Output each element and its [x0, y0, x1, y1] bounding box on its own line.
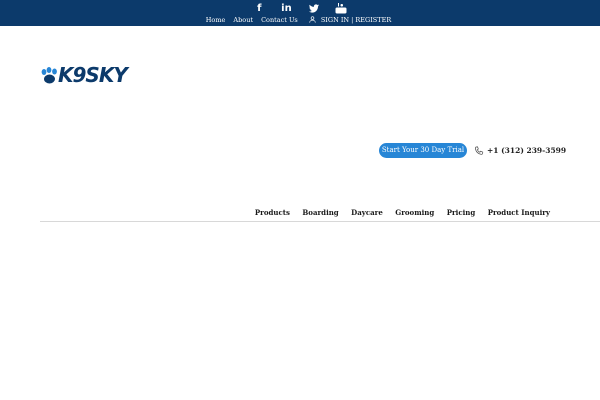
nav-item-grooming[interactable]: Grooming — [395, 208, 434, 217]
signin-link[interactable]: SIGN IN | REGISTER — [306, 16, 394, 24]
main-nav: Products Boarding Daycare Grooming Prici… — [0, 208, 550, 218]
nav-item-pricing[interactable]: Pricing — [447, 208, 476, 217]
top-links: Home About Contact Us SIGN IN | REGISTER — [0, 16, 600, 24]
phone-icon — [474, 146, 484, 156]
logo-wordmark: K9SKY — [58, 63, 128, 87]
nav-divider — [40, 221, 600, 222]
nav-item-daycare[interactable]: Daycare — [351, 208, 383, 217]
start-trial-button[interactable]: Start Your 30 Day Trial — [379, 143, 467, 158]
logo[interactable]: K9SKY — [40, 63, 130, 92]
phone-number[interactable]: +1 (312) 239-3599 — [487, 146, 566, 155]
user-icon — [309, 16, 316, 23]
nav-item-boarding[interactable]: Boarding — [302, 208, 338, 217]
nav-item-products[interactable]: Products — [255, 208, 290, 217]
linkedin-icon[interactable]: in — [280, 3, 292, 14]
nav-item-product-inquiry[interactable]: Product Inquiry — [488, 208, 550, 217]
twitter-icon[interactable] — [308, 3, 320, 14]
youtube-icon[interactable] — [335, 3, 347, 14]
home-link[interactable]: Home — [206, 16, 226, 24]
paw-icon — [41, 67, 57, 84]
contact-link[interactable]: Contact Us — [261, 16, 298, 24]
about-link[interactable]: About — [233, 16, 253, 24]
signin-label: SIGN IN | REGISTER — [320, 16, 392, 24]
facebook-icon[interactable]: f — [253, 3, 265, 14]
top-bar: f in Home About Contact Us SIGN IN | REG… — [0, 0, 600, 26]
